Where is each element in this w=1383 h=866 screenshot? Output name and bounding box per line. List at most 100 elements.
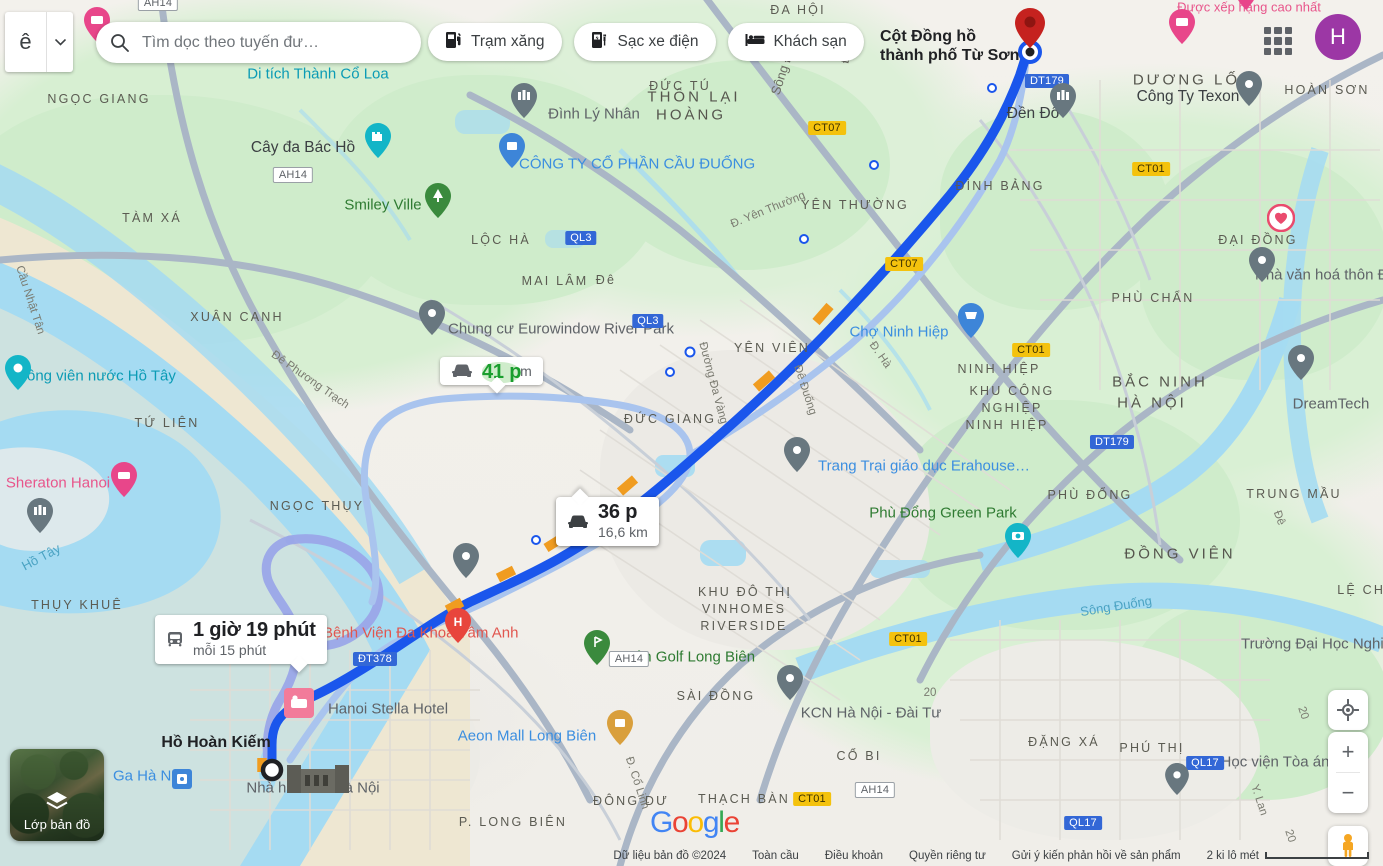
logo-letter: g (702, 806, 720, 839)
route-distance: 16,6 km (598, 524, 648, 540)
destination-label-line2: thành phố Từ Sơn (880, 46, 1020, 64)
zoom-in-button[interactable]: + (1328, 732, 1368, 772)
logo-letter: e (723, 806, 741, 839)
ev-charger-icon (591, 30, 609, 54)
place-pin-waterpark[interactable] (5, 355, 31, 390)
chip-ev-charger[interactable]: Sạc xe điện (573, 23, 716, 61)
place-pin-temple[interactable] (1050, 83, 1076, 118)
route-shield: CT01 (793, 792, 831, 806)
grid-dot (1264, 27, 1272, 35)
grid-dot (1284, 37, 1292, 45)
google-logo: Google (650, 806, 741, 840)
route-shield: AH14 (137, 0, 179, 11)
bus-icon (165, 629, 185, 649)
category-chips: Trạm xăng Sạc xe điện Khách sạn (428, 23, 864, 61)
place-pin-hospital[interactable]: H (445, 608, 471, 643)
chip-label: Khách sạn (773, 33, 847, 50)
route-shield: QL3 (565, 231, 597, 245)
logo-letter: o (687, 806, 704, 839)
search-input[interactable] (140, 32, 407, 53)
route-shield: CT01 (1132, 162, 1170, 176)
grid-dot (1274, 37, 1282, 45)
place-pin-mall[interactable] (607, 710, 633, 745)
place-pin-gray[interactable] (1165, 763, 1189, 795)
search-icon (110, 33, 129, 52)
place-pin-pink[interactable] (1235, 0, 1257, 10)
footer-link-privacy[interactable]: Quyền riêng tư (909, 850, 986, 862)
destination-pin[interactable] (1015, 8, 1045, 48)
place-pin-hotel[interactable] (111, 462, 137, 497)
place-pin-gray[interactable] (1249, 247, 1275, 282)
my-location-icon (1337, 699, 1359, 721)
car-icon (450, 362, 474, 378)
route-callout-transit[interactable]: 1 giờ 19 phút mỗi 15 phút (155, 615, 327, 673)
footer-link-global[interactable]: Toàn cầu (752, 850, 799, 862)
place-pin-gray[interactable] (1236, 71, 1262, 106)
place-pin-pink[interactable] (1169, 9, 1195, 44)
layers-icon (46, 792, 68, 810)
svg-text:H: H (454, 615, 463, 629)
scale-bar-graphic (1265, 852, 1369, 859)
scale-bar: 2 ki lô mét (1207, 850, 1369, 862)
place-pin-gray[interactable] (1288, 345, 1314, 380)
grid-dot (1284, 47, 1292, 55)
chip-label: Trạm xăng (471, 33, 545, 50)
logo-letter: G (650, 806, 673, 839)
footer-link-feedback[interactable]: Gửi ý kiến phản hồi về sản phẩm (1012, 850, 1181, 862)
grid-dot (1274, 47, 1282, 55)
route-shield: CT01 (889, 632, 927, 646)
gas-station-icon (445, 30, 462, 54)
place-pin-gray[interactable] (419, 300, 445, 335)
place-pin-photo[interactable] (1005, 523, 1031, 558)
map-footer: Dữ liệu bản đồ ©2024 Toàn cầu Điều khoản… (0, 845, 1383, 866)
chevron-down-icon[interactable] (47, 38, 73, 46)
place-pin-favorite[interactable] (1267, 204, 1295, 232)
grid-dot (1274, 27, 1282, 35)
place-pin-park[interactable] (425, 183, 451, 218)
destination-label: Cột Đồng hồ thành phố Từ Sơn (880, 28, 1019, 66)
map-canvas[interactable]: NGỌC GIANG TÀM XÁ XUÂN CANH LỘC HÀ MAI L… (0, 0, 1383, 866)
route-shield: QL17 (1186, 756, 1224, 770)
place-pin-gray[interactable] (777, 665, 803, 700)
zoom-out-button[interactable]: − (1328, 773, 1368, 813)
hotel-marker-stella[interactable] (284, 688, 314, 718)
back-arrow-icon[interactable]: ê (5, 29, 46, 55)
footer-link-terms[interactable]: Điều khoản (825, 850, 883, 862)
place-pin-company[interactable] (499, 133, 525, 168)
place-pin-gray[interactable] (453, 543, 479, 578)
route-callout-alt[interactable]: 41 p 19,7 km (440, 357, 543, 394)
map-layers-label: Lớp bản đồ (23, 817, 91, 832)
place-pin-temple[interactable] (511, 83, 537, 118)
place-pin-gray[interactable] (784, 437, 810, 472)
route-shield: AH14 (854, 782, 896, 798)
route-shield: QL3 (632, 314, 664, 328)
place-pin-market[interactable] (958, 303, 984, 338)
chip-hotel[interactable]: Khách sạn (727, 23, 864, 61)
route-shield: QL17 (1064, 816, 1102, 830)
map-layers-button[interactable]: Lớp bản đồ (10, 749, 104, 841)
route-duration: 1 giờ 19 phút (193, 619, 316, 641)
grid-dot (1264, 47, 1272, 55)
place-pin-castle[interactable] (365, 123, 391, 158)
route-shield: AH14 (272, 167, 314, 183)
route-duration: 41 p (482, 361, 522, 383)
search-bar[interactable] (96, 22, 421, 63)
route-shield: ĐT378 (352, 652, 398, 666)
zoom-controls: + − (1328, 732, 1368, 813)
opera-house-icon (287, 755, 349, 795)
place-pin-temple[interactable] (27, 498, 53, 533)
grid-apps-icon[interactable] (1261, 24, 1295, 58)
route-callout-main[interactable]: 36 p 16,6 km (556, 488, 659, 546)
route-duration: 36 p (598, 501, 638, 523)
back-control[interactable]: ê (5, 12, 73, 72)
map-green-area (600, 60, 890, 270)
my-location-button[interactable] (1328, 690, 1368, 730)
chip-gas-station[interactable]: Trạm xăng (428, 23, 562, 61)
hotel-bed-icon (745, 33, 765, 52)
place-pin-golf[interactable] (584, 630, 610, 665)
destination-label-line1: Cột Đồng hồ (880, 28, 976, 45)
grid-dot (1284, 27, 1292, 35)
google-maps-app: NGỌC GIANG TÀM XÁ XUÂN CANH LỘC HÀ MAI L… (0, 0, 1383, 866)
avatar[interactable]: H (1315, 14, 1361, 60)
station-icon[interactable] (172, 769, 192, 789)
